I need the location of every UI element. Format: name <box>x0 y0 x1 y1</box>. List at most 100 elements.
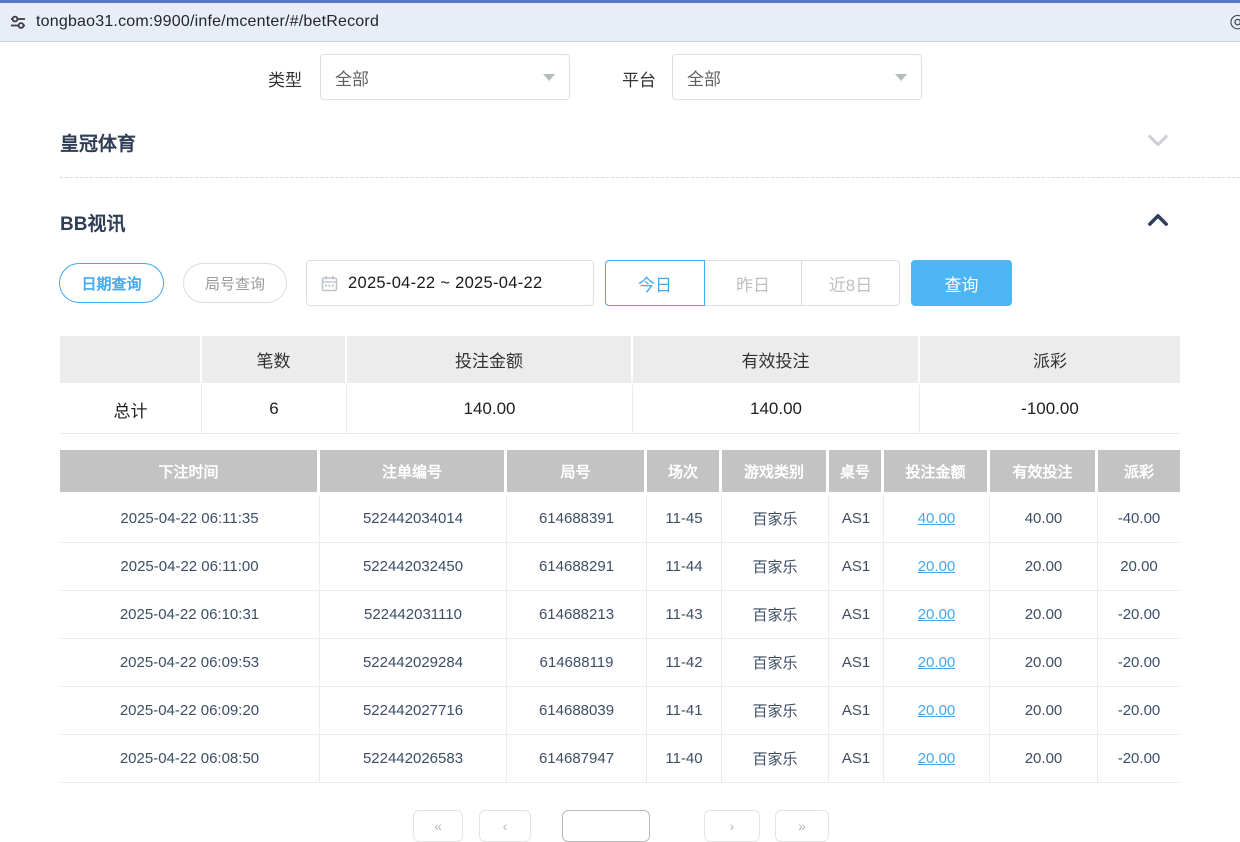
cell-payout: 20.00 <box>1098 543 1180 590</box>
cell-order-no: 522442034014 <box>320 495 507 542</box>
last-8-days-button[interactable]: 近8日 <box>801 260 900 306</box>
cell-round-no: 614688119 <box>507 639 647 686</box>
cell-valid-bet: 20.00 <box>990 543 1098 590</box>
cell-session: 11-41 <box>647 687 722 734</box>
cell-payout: -20.00 <box>1098 591 1180 638</box>
cell-bet-amount: 20.00 <box>884 591 990 638</box>
cell-bet-time: 2025-04-22 06:09:20 <box>60 687 320 734</box>
cell-session: 11-44 <box>647 543 722 590</box>
cell-valid-bet: 40.00 <box>990 495 1098 542</box>
summary-header-count: 笔数 <box>202 336 347 383</box>
cell-game-type: 百家乐 <box>722 591 829 638</box>
cell-valid-bet: 20.00 <box>990 639 1098 686</box>
cell-session: 11-45 <box>647 495 722 542</box>
cell-payout: -20.00 <box>1098 687 1180 734</box>
cell-bet-amount: 20.00 <box>884 543 990 590</box>
bet-amount-link[interactable]: 20.00 <box>918 654 956 671</box>
table-row: 2025-04-22 06:10:31 522442031110 6146882… <box>60 591 1180 639</box>
cell-game-type: 百家乐 <box>722 639 829 686</box>
yesterday-button[interactable]: 昨日 <box>704 260 802 306</box>
collapse-chevron-up-icon[interactable] <box>1144 206 1172 234</box>
cell-session: 11-42 <box>647 639 722 686</box>
cell-game-type: 百家乐 <box>722 495 829 542</box>
cell-order-no: 522442029284 <box>320 639 507 686</box>
bet-amount-link[interactable]: 40.00 <box>918 510 956 527</box>
type-filter-value: 全部 <box>335 65 369 90</box>
type-filter-select[interactable]: 全部 <box>320 54 570 100</box>
cell-order-no: 522442027716 <box>320 687 507 734</box>
cell-bet-time: 2025-04-22 06:09:53 <box>60 639 320 686</box>
date-range-picker[interactable]: 2025-04-22 ~ 2025-04-22 <box>306 260 594 306</box>
cell-table-no: AS1 <box>829 495 884 542</box>
summary-header-row: 笔数 投注金额 有效投注 派彩 <box>60 336 1180 383</box>
cell-bet-amount: 20.00 <box>884 735 990 782</box>
platform-filter-select[interactable]: 全部 <box>672 54 922 100</box>
cell-order-no: 522442026583 <box>320 735 507 782</box>
summary-table: 笔数 投注金额 有效投注 派彩 总计 6 140.00 140.00 -100.… <box>60 336 1180 434</box>
cell-valid-bet: 20.00 <box>990 687 1098 734</box>
table-row: 2025-04-22 06:09:53 522442029284 6146881… <box>60 639 1180 687</box>
bet-amount-link[interactable]: 20.00 <box>918 702 956 719</box>
cell-bet-time: 2025-04-22 06:11:00 <box>60 543 320 590</box>
summary-header-bet: 投注金额 <box>347 336 633 383</box>
chevron-down-icon <box>543 74 555 81</box>
date-range-value: 2025-04-22 ~ 2025-04-22 <box>348 274 543 293</box>
pagination-first-button[interactable]: « <box>413 810 463 842</box>
cell-order-no: 522442032450 <box>320 543 507 590</box>
cell-bet-time: 2025-04-22 06:11:35 <box>60 495 320 542</box>
pagination-prev-button[interactable]: ‹ <box>479 810 531 842</box>
table-row: 2025-04-22 06:08:50 522442026583 6146879… <box>60 735 1180 783</box>
cell-payout: -20.00 <box>1098 639 1180 686</box>
section-title-crown-sports: 皇冠体育 <box>60 129 136 156</box>
target-icon[interactable]: ◎ <box>1229 11 1240 33</box>
summary-total-row: 总计 6 140.00 140.00 -100.00 <box>60 385 1180 434</box>
cell-bet-amount: 40.00 <box>884 495 990 542</box>
summary-header-payout: 派彩 <box>920 336 1180 383</box>
browser-address-bar[interactable]: tongbao31.com:9900/infe/mcenter/#/betRec… <box>0 3 1240 42</box>
header-bet-time: 下注时间 <box>60 450 320 492</box>
search-button[interactable]: 查询 <box>911 260 1012 306</box>
today-button[interactable]: 今日 <box>605 260 705 306</box>
header-valid-bet: 有效投注 <box>990 450 1098 492</box>
cell-game-type: 百家乐 <box>722 687 829 734</box>
site-settings-icon[interactable] <box>8 12 28 32</box>
chevron-down-icon <box>895 74 907 81</box>
cell-game-type: 百家乐 <box>722 735 829 782</box>
cell-round-no: 614688291 <box>507 543 647 590</box>
cell-session: 11-40 <box>647 735 722 782</box>
header-bet-amount: 投注金额 <box>884 450 990 492</box>
platform-filter-value: 全部 <box>687 65 721 90</box>
cell-round-no: 614688213 <box>507 591 647 638</box>
pagination-page-box[interactable] <box>562 810 650 842</box>
tab-round-query[interactable]: 局号查询 <box>183 263 287 303</box>
section-divider <box>60 177 1240 178</box>
cell-round-no: 614688391 <box>507 495 647 542</box>
header-round-no: 局号 <box>507 450 647 492</box>
cell-bet-time: 2025-04-22 06:10:31 <box>60 591 320 638</box>
bet-amount-link[interactable]: 20.00 <box>918 606 956 623</box>
bet-amount-link[interactable]: 20.00 <box>918 558 956 575</box>
table-row: 2025-04-22 06:11:35 522442034014 6146883… <box>60 495 1180 543</box>
url-text[interactable]: tongbao31.com:9900/infe/mcenter/#/betRec… <box>36 13 379 31</box>
cell-order-no: 522442031110 <box>320 591 507 638</box>
collapse-chevron-down-icon[interactable] <box>1144 126 1172 154</box>
header-game-type: 游戏类别 <box>722 450 829 492</box>
bet-table-header-row: 下注时间 注单编号 局号 场次 游戏类别 桌号 投注金额 有效投注 派彩 <box>60 450 1180 492</box>
header-payout: 派彩 <box>1098 450 1180 492</box>
cell-table-no: AS1 <box>829 639 884 686</box>
cell-bet-amount: 20.00 <box>884 639 990 686</box>
bet-table-body: 2025-04-22 06:11:35 522442034014 6146883… <box>60 495 1180 783</box>
cell-table-no: AS1 <box>829 735 884 782</box>
pagination-next-button[interactable]: › <box>704 810 760 842</box>
table-row: 2025-04-22 06:11:00 522442032450 6146882… <box>60 543 1180 591</box>
cell-bet-time: 2025-04-22 06:08:50 <box>60 735 320 782</box>
header-order-no: 注单编号 <box>320 450 507 492</box>
summary-total-count: 6 <box>202 385 347 433</box>
bet-amount-link[interactable]: 20.00 <box>918 750 956 767</box>
cell-valid-bet: 20.00 <box>990 591 1098 638</box>
cell-session: 11-43 <box>647 591 722 638</box>
pagination-last-button[interactable]: » <box>775 810 829 842</box>
cell-round-no: 614688039 <box>507 687 647 734</box>
table-row: 2025-04-22 06:09:20 522442027716 6146880… <box>60 687 1180 735</box>
tab-date-query[interactable]: 日期查询 <box>59 263 164 303</box>
